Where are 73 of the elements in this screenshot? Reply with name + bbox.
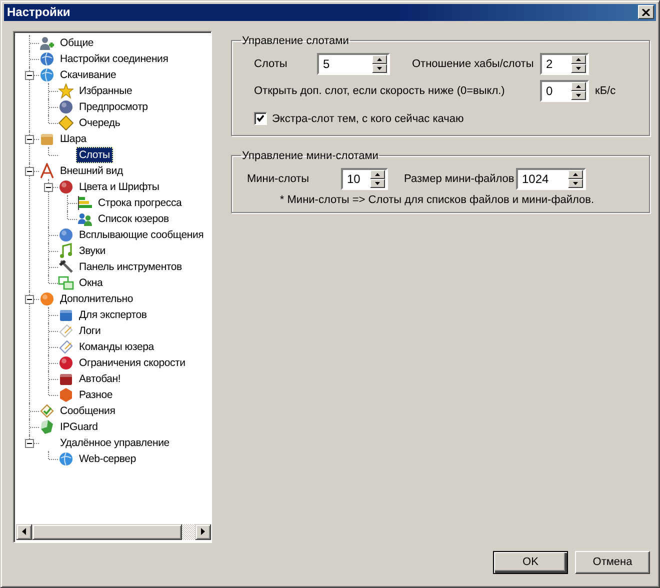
field-label: Размер мини-файлов [404,172,516,184]
tree-item[interactable]: Web-сервер [76,450,139,466]
tree-item[interactable]: Слоты [76,146,113,162]
tree-item[interactable]: Предпросмотр [76,98,151,114]
close-icon [642,8,650,16]
tool-icon [58,258,74,274]
circle-icon [58,226,74,242]
check-icon [39,402,55,418]
tree-item[interactable]: IPGuard [57,418,101,434]
tree-item[interactable]: Всплывающие сообщения [76,226,207,242]
unit-label: кБ/с [595,84,616,96]
field-label: Слоты [254,58,288,70]
collapse-toggle[interactable] [25,294,34,304]
tree-item[interactable]: Настройки соединения [57,50,172,66]
dialog-button[interactable]: OK [493,550,568,574]
dialog-button[interactable]: Отмена [575,550,650,574]
collapse-toggle[interactable] [25,438,34,448]
group-title: Управление слотами [241,34,350,46]
field-label: Открыть доп. слот, если скорость ниже (0=выкл.) [254,84,506,96]
tree-item[interactable]: Очередь [76,114,124,130]
person-icon [39,34,55,50]
circle-icon [39,290,55,306]
window-title: Настройки [7,5,70,20]
tree-item[interactable]: Логи [76,322,104,338]
collapse-toggle[interactable] [25,70,34,80]
group-title: Управление мини-слотами [241,150,380,162]
collapse-toggle[interactable] [25,166,34,176]
diamond-icon [58,114,74,130]
globe-icon [39,66,55,82]
tree-item[interactable]: Автобан! [76,370,124,386]
tree-item[interactable]: Внешний вид [57,162,126,178]
tree-item[interactable]: Список юзеров [95,210,172,226]
letter-icon [39,162,55,178]
tree-item[interactable]: Цвета и Шрифты [76,178,162,194]
window-icon [58,274,74,290]
tree-item[interactable]: Скачивание [57,66,120,82]
check-icon [257,115,264,122]
tree-item[interactable]: Удалённое управление [57,434,172,450]
bars-icon [77,194,93,210]
tree-item[interactable]: Ограничения скорости [76,354,188,370]
globe-icon [39,50,55,66]
tree-item[interactable]: Дополнительно [57,290,136,306]
checkbox-label[interactable]: Экстра-слот тем, с кого сейчас качаю [272,112,464,124]
tree-item[interactable]: Панель инструментов [76,258,185,274]
right-arrow-icon [201,528,205,535]
scroll-left-button[interactable] [16,524,32,540]
left-arrow-icon [22,528,26,535]
tree-item[interactable]: Строка прогресса [95,194,185,210]
field-label: Отношение хабы/слоты [412,58,535,70]
tree-item[interactable]: Команды юзера [76,338,157,354]
tree-item[interactable]: Избранные [76,82,136,98]
scroll-right-button[interactable] [195,524,211,540]
circle-icon [58,178,74,194]
tree-item[interactable]: Шара [57,130,90,146]
tree-item[interactable]: Общие [57,34,97,50]
checkbox[interactable] [254,112,267,125]
star-icon [58,82,74,98]
circle-icon [58,98,74,114]
people-icon [77,210,93,226]
circle-icon [58,354,74,370]
tree-item[interactable]: Звуки [76,242,108,258]
globe-icon [58,450,74,466]
close-button[interactable] [638,5,654,20]
tree-item[interactable]: Сообщения [57,402,118,418]
note-icon [58,242,74,258]
tree-item[interactable]: Окна [76,274,106,290]
note-text: * Мини-слоты => Слоты для списков файлов и мини-файлов. [278,194,596,206]
collapse-toggle[interactable] [25,134,34,144]
field-label: Мини-слоты [247,172,310,184]
collapse-toggle[interactable] [44,182,53,192]
hex-icon [58,386,74,402]
tree-item[interactable]: Разное [76,386,116,402]
tree-item[interactable]: Для экспертов [76,306,150,322]
